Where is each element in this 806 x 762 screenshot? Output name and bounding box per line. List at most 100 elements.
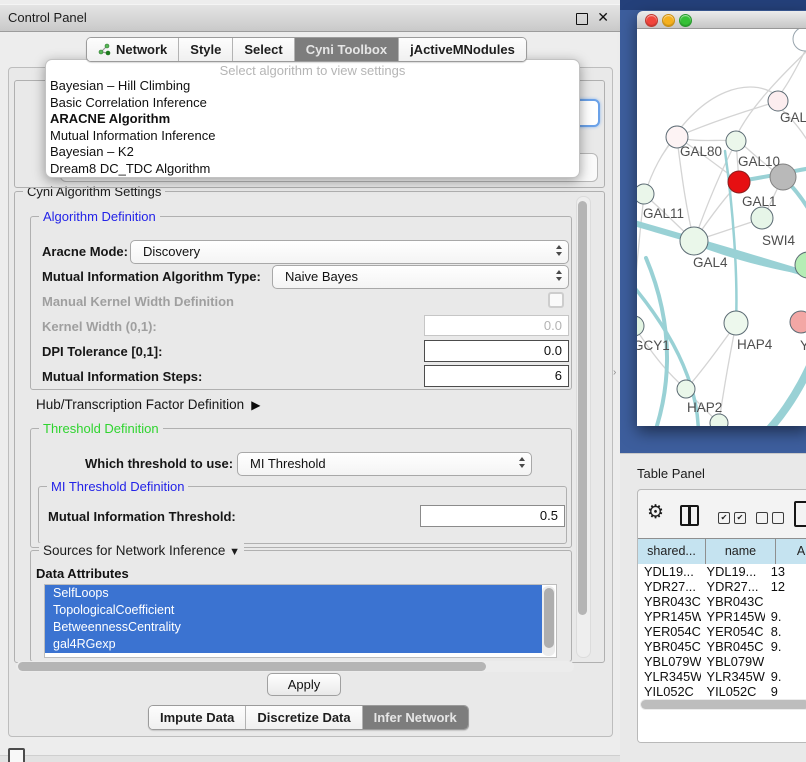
mi-type-select[interactable]: Naive Bayes bbox=[272, 265, 569, 289]
algorithm-popup-list: Bayesian – Hill ClimbingBasic Correlatio… bbox=[46, 78, 579, 177]
tab-impute-data[interactable]: Impute Data bbox=[149, 706, 246, 729]
data-attribute-option-betweennesscentrality[interactable]: BetweennessCentrality bbox=[45, 619, 542, 636]
table-row[interactable]: YDL19...YDL19...13 bbox=[638, 564, 806, 579]
float-panel-icon[interactable] bbox=[576, 13, 588, 25]
tab-discretize-data[interactable]: Discretize Data bbox=[246, 706, 362, 729]
tab-infer-network[interactable]: Infer Network bbox=[363, 706, 468, 729]
network-node-gcy1[interactable] bbox=[637, 316, 644, 336]
mi-threshold-input[interactable]: 0.5 bbox=[420, 505, 565, 527]
table-row[interactable]: YLR345WYLR345W9. bbox=[638, 669, 806, 684]
table-row[interactable]: YBL079WYBL079W bbox=[638, 654, 806, 669]
which-threshold-select[interactable]: MI Threshold bbox=[237, 452, 532, 476]
network-node[interactable] bbox=[710, 414, 728, 426]
network-node-hap4[interactable] bbox=[724, 311, 748, 335]
aracne-mode-select[interactable]: Discovery bbox=[130, 240, 569, 264]
select-all-columns-icon[interactable]: ✔✔ bbox=[718, 512, 746, 524]
algorithm-option-bayesian-hill-climbing[interactable]: Bayesian – Hill Climbing bbox=[46, 78, 579, 95]
data-attributes-list[interactable]: SelfLoopsTopologicalCoefficientBetweenne… bbox=[44, 584, 557, 658]
table-cell: YDL19... bbox=[638, 564, 701, 579]
apply-button[interactable]: Apply bbox=[267, 673, 341, 696]
mi-steps-input[interactable]: 6 bbox=[424, 365, 569, 387]
aracne-mode-label: Aracne Mode: bbox=[42, 244, 128, 259]
panel-splitter-handle[interactable]: › bbox=[613, 367, 616, 378]
table-row[interactable]: YDR27...YDR27...12 bbox=[638, 579, 806, 594]
panel-dock-icon[interactable] bbox=[8, 748, 25, 762]
data-attribute-option-selfloops[interactable]: SelfLoops bbox=[45, 585, 542, 602]
desktop-top-band bbox=[620, 0, 806, 10]
tab-network[interactable]: Network bbox=[87, 38, 179, 61]
columns-icon[interactable] bbox=[680, 505, 699, 526]
network-node[interactable] bbox=[793, 29, 806, 51]
network-node-gal1[interactable] bbox=[728, 171, 750, 193]
mode-tab-bar: Impute Data Discretize Data Infer Network bbox=[148, 705, 469, 730]
expanded-arrow-icon[interactable]: ▼ bbox=[229, 546, 240, 558]
tab-label: Discretize Data bbox=[257, 710, 350, 725]
data-attributes-label: Data Attributes bbox=[36, 566, 129, 581]
gear-icon[interactable]: ⚙ bbox=[647, 503, 664, 522]
network-window-titlebar[interactable] bbox=[637, 11, 806, 29]
column-header-shared[interactable]: shared... bbox=[638, 539, 706, 564]
tab-jactivemnodules[interactable]: jActiveMNodules bbox=[399, 38, 526, 61]
algorithm-option-basic-correlation-inference[interactable]: Basic Correlation Inference bbox=[46, 95, 579, 112]
network-node-hap2[interactable] bbox=[677, 380, 695, 398]
tab-cyni-toolbox[interactable]: Cyni Toolbox bbox=[295, 38, 399, 61]
network-node-gal[interactable] bbox=[768, 91, 788, 111]
algorithm-definition-title: Algorithm Definition bbox=[39, 209, 160, 224]
tab-select[interactable]: Select bbox=[233, 38, 294, 61]
node-label-gal: GAL bbox=[780, 110, 806, 125]
network-node[interactable] bbox=[795, 252, 806, 278]
network-node-y[interactable] bbox=[790, 311, 806, 333]
table-cell: YER054C bbox=[701, 624, 765, 639]
table-cell: YER054C bbox=[638, 624, 701, 639]
network-view[interactable]: GALGAL80GAL10GAL1GAL11SWI4GAL4GCY1HAP4YH… bbox=[637, 29, 806, 426]
node-label-gal1: GAL1 bbox=[742, 194, 777, 209]
attributes-scrollbar[interactable] bbox=[542, 586, 555, 656]
deselect-all-columns-icon[interactable] bbox=[756, 512, 784, 524]
settings-scrollbar[interactable] bbox=[576, 196, 591, 658]
algorithm-option-dream8-dc-tdc-algorithm[interactable]: Dream8 DC_TDC Algorithm bbox=[46, 161, 579, 178]
kernel-width-label: Kernel Width (0,1): bbox=[42, 319, 157, 334]
network-node-gal4[interactable] bbox=[680, 227, 708, 255]
hub-definition-toggle[interactable]: Hub/Transcription Factor Definition ▶ bbox=[36, 397, 260, 412]
algorithm-option-bayesian-k2[interactable]: Bayesian – K2 bbox=[46, 144, 579, 161]
zoom-window-icon[interactable] bbox=[679, 14, 692, 27]
algorithm-option-aracne-algorithm[interactable]: ARACNE Algorithm bbox=[46, 111, 579, 128]
network-edge[interactable] bbox=[687, 324, 736, 388]
tab-label: Network bbox=[116, 42, 167, 57]
sources-title[interactable]: Sources for Network Inference ▼ bbox=[39, 543, 244, 558]
column-header-a[interactable]: A bbox=[776, 539, 806, 564]
export-table-icon[interactable] bbox=[794, 501, 806, 527]
table-row[interactable]: YER054CYER054C8. bbox=[638, 624, 806, 639]
table-panel: ⚙ ✔✔ shared...nameA YDL19...YDL19...13YD… bbox=[637, 489, 806, 743]
table-row[interactable]: YBR045CYBR045C9. bbox=[638, 639, 806, 654]
table-cell: 13 bbox=[765, 564, 806, 579]
close-panel-icon[interactable]: ✕ bbox=[597, 9, 609, 26]
collapsed-arrow-icon[interactable]: ▶ bbox=[248, 398, 261, 412]
network-edge[interactable] bbox=[679, 102, 776, 136]
network-node-gal11[interactable] bbox=[637, 184, 654, 204]
manual-kernel-checkbox[interactable] bbox=[548, 292, 564, 308]
network-node-gal10[interactable] bbox=[726, 131, 746, 151]
kernel-width-input[interactable]: 0.0 bbox=[424, 315, 569, 336]
minimize-window-icon[interactable] bbox=[662, 14, 675, 27]
table-row[interactable]: YBR043CYBR043C bbox=[638, 594, 806, 609]
network-node-swi4[interactable] bbox=[751, 207, 773, 229]
network-icon bbox=[98, 43, 111, 56]
tab-label: Cyni Toolbox bbox=[306, 42, 387, 57]
table-hscrollbar[interactable] bbox=[640, 699, 806, 710]
algorithm-option-mutual-information-inference[interactable]: Mutual Information Inference bbox=[46, 128, 579, 145]
table-row[interactable]: YPR145WYPR145W9. bbox=[638, 609, 806, 624]
node-label-hap4: HAP4 bbox=[737, 337, 772, 352]
table-cell: 8. bbox=[765, 624, 806, 639]
table-row[interactable]: YIL052CYIL052C9 bbox=[638, 684, 806, 699]
table-cell: YDR27... bbox=[701, 579, 765, 594]
dpi-tolerance-input[interactable]: 0.0 bbox=[424, 340, 569, 362]
tab-style[interactable]: Style bbox=[179, 38, 233, 61]
data-attribute-option-topologicalcoefficient[interactable]: TopologicalCoefficient bbox=[45, 602, 542, 619]
tab-label: Style bbox=[190, 42, 221, 57]
control-panel-titlebar[interactable]: Control Panel ✕ bbox=[0, 4, 620, 32]
data-attribute-option-gal4rgexp[interactable]: gal4RGexp bbox=[45, 636, 542, 653]
close-window-icon[interactable] bbox=[645, 14, 658, 27]
column-header-name[interactable]: name bbox=[706, 539, 776, 564]
settings-hscrollbar[interactable] bbox=[16, 661, 574, 672]
